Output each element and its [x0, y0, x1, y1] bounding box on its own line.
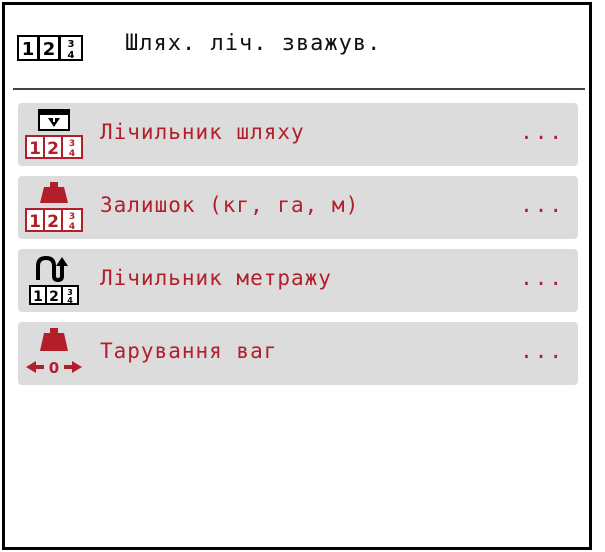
svg-text:1: 1: [22, 39, 35, 60]
menu-item-label: Залишок (кг, га, м): [100, 193, 360, 217]
more-indicator: ...: [520, 339, 564, 363]
menu-item-label: Тарування ваг: [100, 339, 278, 363]
header: 1 2 3 4 Шлях. ліч. зважув.: [5, 5, 589, 95]
svg-text:4: 4: [67, 296, 73, 305]
svg-text:3: 3: [69, 212, 75, 222]
svg-text:2: 2: [47, 139, 59, 159]
more-indicator: ...: [520, 120, 564, 144]
svg-text:4: 4: [68, 50, 75, 61]
counter-icon: 1 2 3 4: [17, 35, 83, 61]
svg-text:2: 2: [47, 212, 59, 232]
svg-text:1: 1: [29, 212, 41, 232]
svg-text:0: 0: [49, 359, 59, 377]
header-divider: [13, 88, 585, 90]
tare-scale-icon: 0: [26, 328, 82, 377]
remaining-weight-icon: 1 2 3 4: [25, 182, 83, 232]
svg-text:4: 4: [69, 222, 75, 232]
menu-item-label: Лічильник шляху: [100, 120, 305, 144]
page-title: Шлях. ліч. зважув.: [125, 31, 382, 56]
display-screen: 1 2 3 4 Шлях. ліч. зважув. 1 2 3 4 Лічил…: [2, 2, 592, 550]
svg-text:1: 1: [29, 139, 41, 159]
meter-counter-icon: 1 2 3 4: [29, 255, 79, 305]
svg-text:1: 1: [33, 289, 43, 305]
svg-text:4: 4: [69, 149, 75, 159]
menu-item-tare-scale[interactable]: 0 Тарування ваг ...: [18, 322, 578, 385]
svg-text:3: 3: [68, 39, 75, 50]
menu-item-remaining[interactable]: 1 2 3 4 Залишок (кг, га, м) ...: [18, 176, 578, 239]
svg-text:2: 2: [43, 39, 56, 60]
more-indicator: ...: [520, 193, 564, 217]
menu-item-label: Лічильник метражу: [100, 266, 332, 290]
svg-text:2: 2: [49, 289, 59, 305]
menu-item-trip-counter[interactable]: 1 2 3 4 Лічильник шляху ...: [18, 103, 578, 166]
trip-counter-icon: 1 2 3 4: [25, 109, 83, 159]
svg-text:3: 3: [69, 139, 75, 149]
menu-list: 1 2 3 4 Лічильник шляху ... 1 2 3 4 Зали…: [18, 103, 578, 395]
more-indicator: ...: [520, 266, 564, 290]
menu-item-meter-counter[interactable]: 1 2 3 4 Лічильник метражу ...: [18, 249, 578, 312]
